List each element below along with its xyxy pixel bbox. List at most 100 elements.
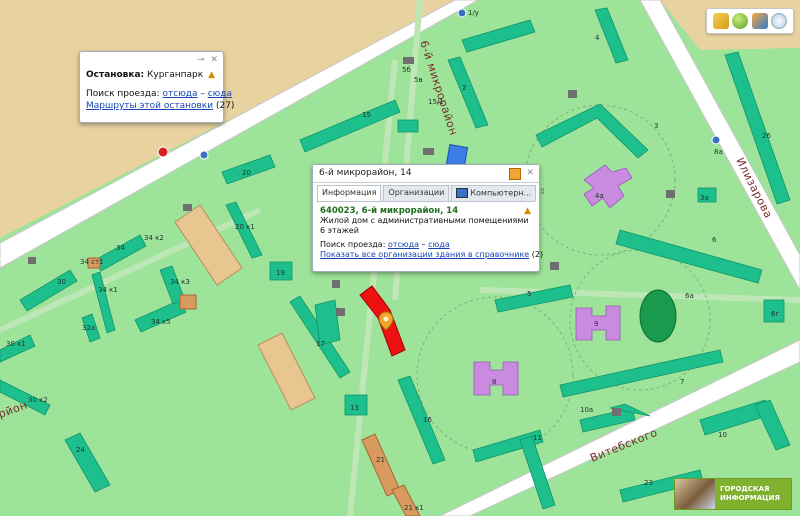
organizations-count: (2) xyxy=(531,250,544,259)
building-label: 9 xyxy=(594,320,598,328)
building[interactable] xyxy=(594,7,629,64)
commercial-building xyxy=(361,433,401,497)
promo-line2: ИНФОРМАЦИЯ xyxy=(720,494,780,502)
building[interactable] xyxy=(615,229,763,284)
close-icon[interactable]: ✕ xyxy=(526,165,534,182)
garage xyxy=(403,57,414,64)
garage xyxy=(612,408,621,416)
tab-organizations[interactable]: Организации xyxy=(383,185,450,201)
building[interactable] xyxy=(397,119,419,133)
stop-label: Остановка: xyxy=(86,70,145,80)
route-from-link[interactable]: отсюда xyxy=(162,89,197,99)
building-label: 10а xyxy=(580,406,593,414)
compass-icon[interactable] xyxy=(771,13,788,29)
building-label: 4а xyxy=(595,192,604,200)
building-label: 34 ст1 xyxy=(80,258,104,266)
popup-tabs: Информация Организации Компьютерн... ⇕ xyxy=(317,185,546,202)
layers-icon[interactable] xyxy=(751,13,768,29)
bus-stop-popup: ⊸ ✕ Остановка: Курганпарк ▲ Поиск проезд… xyxy=(79,51,234,123)
garage xyxy=(183,204,192,211)
tabs-scroll-icon[interactable]: ⇕ xyxy=(538,185,547,201)
building-label: 6а xyxy=(685,292,694,300)
building-description: Жилой дом с административными помещениям… xyxy=(320,216,529,225)
stop-name: Курганпарк xyxy=(147,70,204,80)
stop-routes-link[interactable]: Маршруты этой остановки xyxy=(86,101,213,111)
building-label: 21 к1 xyxy=(404,504,424,512)
dash: – xyxy=(421,240,426,249)
building-label: 1/у xyxy=(468,9,479,17)
tab-computer-label: Компьютерн... xyxy=(470,188,532,198)
garage xyxy=(28,257,36,264)
building-label: 5 xyxy=(527,290,531,298)
building-floors: 6 этажей xyxy=(320,226,359,235)
building[interactable] xyxy=(397,375,446,465)
route-to-link[interactable]: сюда xyxy=(208,89,232,99)
close-icon[interactable]: ✕ xyxy=(210,55,218,65)
building[interactable] xyxy=(64,432,111,493)
building-label: 4 xyxy=(595,34,600,42)
dash: – xyxy=(200,89,205,99)
building-label: 34 к2 xyxy=(144,234,164,242)
tab-computer[interactable]: Компьютерн... xyxy=(451,185,537,201)
building-address: 640023, 6-й микрорайон, 14 xyxy=(320,206,459,216)
garage xyxy=(332,280,340,288)
building-label: 15 xyxy=(362,111,371,119)
building[interactable] xyxy=(754,399,791,451)
tab-info[interactable]: Информация xyxy=(317,185,382,201)
building-label: 13 xyxy=(350,404,359,412)
building-label: 19 xyxy=(276,269,285,277)
building-label: 30 xyxy=(57,278,66,286)
pin-icon[interactable]: ⊸ xyxy=(197,55,205,65)
popup-title: 6-й микрорайон, 14 xyxy=(319,168,412,178)
commercial-building xyxy=(179,294,197,310)
building-label: 23 xyxy=(644,479,653,487)
building-label: 32а xyxy=(82,324,95,332)
edit-icon[interactable] xyxy=(509,167,522,180)
building-label: 21 xyxy=(376,456,385,464)
building-label: 15/1 xyxy=(428,98,444,106)
warning-icon[interactable]: ▲ xyxy=(208,70,215,80)
bus-stop-icon[interactable] xyxy=(157,146,169,158)
building-label: 8 xyxy=(492,378,496,386)
building[interactable] xyxy=(134,299,187,333)
bus-stop-icon[interactable] xyxy=(457,8,467,18)
city-info-badge[interactable]: ГОРОДСКАЯ ИНФОРМАЦИЯ xyxy=(674,478,792,510)
building-label: 6 xyxy=(712,236,717,244)
building-label: 8а xyxy=(714,148,723,156)
warning-icon[interactable]: ▲ xyxy=(524,206,531,216)
building-label: 6г xyxy=(771,310,779,318)
building-label: 26 xyxy=(762,132,771,140)
route-to-link[interactable]: сюда xyxy=(428,240,450,249)
building-label: 16 xyxy=(423,416,432,424)
garage xyxy=(423,148,434,155)
building-label: 5в xyxy=(414,76,423,84)
bus-stop-icon[interactable] xyxy=(711,135,721,145)
sports-ground xyxy=(257,332,316,411)
building-label: 20 к1 xyxy=(235,223,255,231)
garage xyxy=(666,190,675,198)
bus-stop-icon[interactable] xyxy=(199,150,209,160)
building-label: 34 к3 xyxy=(170,278,190,286)
street-label-microdistrict: 6-й микрорайон xyxy=(417,39,460,137)
building-label: 3а xyxy=(700,194,709,202)
building-label: 24 xyxy=(76,446,85,454)
promo-line1: ГОРОДСКАЯ xyxy=(720,485,770,493)
building[interactable] xyxy=(461,19,536,53)
globe-icon[interactable] xyxy=(732,13,749,29)
building-label: 3 xyxy=(654,122,658,130)
map-toolbar xyxy=(706,8,794,34)
ruler-icon[interactable] xyxy=(712,13,729,29)
route-from-link[interactable]: отсюда xyxy=(388,240,419,249)
building-label: 11 xyxy=(533,434,542,442)
routes-count: (27) xyxy=(215,101,235,111)
building-label: 34 xyxy=(116,244,125,252)
all-organizations-link[interactable]: Показать все организации здания в справо… xyxy=(320,250,529,259)
garage xyxy=(568,90,577,98)
people-photo xyxy=(675,479,715,509)
building-label: 5б xyxy=(402,66,411,74)
building-label: 7 xyxy=(680,378,684,386)
garage xyxy=(336,308,345,316)
school-building[interactable] xyxy=(583,164,633,209)
building-label: 2 xyxy=(462,84,466,92)
building-label: 34 к1 xyxy=(98,286,118,294)
